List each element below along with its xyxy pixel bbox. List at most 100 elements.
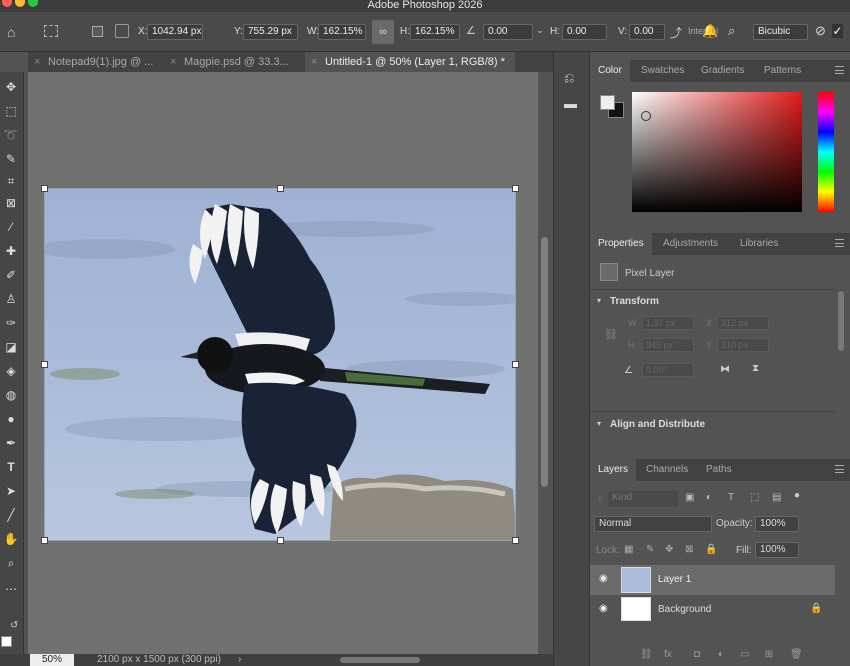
horizontal-scrollbar-thumb[interactable] [340, 657, 420, 663]
transform-handle-left[interactable] [41, 361, 48, 368]
transform-reference-icon[interactable] [44, 25, 58, 37]
filter-pixel-icon[interactable]: ▣ [685, 492, 694, 503]
layer-effects-icon[interactable]: fx [663, 650, 673, 660]
chevron-down-icon[interactable]: ▾ [597, 296, 601, 305]
brush-tool-icon[interactable]: ✐ [2, 266, 20, 284]
healing-brush-tool-icon[interactable]: ✚ [2, 242, 20, 260]
h-input[interactable]: 162.15% [410, 24, 460, 40]
filter-shape-icon[interactable]: ⬚ [750, 492, 759, 503]
zoom-tool-icon[interactable]: ⌕ [2, 554, 20, 572]
filter-adjustment-icon[interactable]: ◐ [706, 492, 712, 503]
angle-input[interactable]: 0.00° [642, 363, 694, 377]
reference-point-checkbox[interactable] [92, 26, 103, 37]
angle-dropdown-icon[interactable]: ⌄ [536, 25, 544, 36]
foreground-color-swatch[interactable] [600, 95, 615, 110]
w-input[interactable]: 162.15% [318, 24, 366, 40]
panel-menu-icon[interactable] [835, 239, 844, 247]
swap-colors-icon[interactable]: ↺ [10, 620, 18, 631]
tab-layers[interactable]: Layers [590, 459, 637, 481]
eyedropper-tool-icon[interactable]: ⁄ [2, 218, 20, 236]
canvas-vertical-scrollbar[interactable] [538, 72, 552, 656]
flip-horizontal-icon[interactable]: ⧓ [720, 364, 730, 375]
close-window-button[interactable] [2, 0, 12, 7]
visibility-eye-icon[interactable]: ◉ [599, 573, 608, 584]
new-layer-icon[interactable]: ⊞ [764, 650, 774, 660]
filter-toggle-icon[interactable]: ● [794, 490, 800, 501]
reference-point-icon[interactable] [115, 24, 129, 38]
tab-libraries[interactable]: Libraries [740, 233, 778, 255]
close-tab-icon[interactable]: × [311, 52, 317, 72]
new-group-icon[interactable]: ▭ [740, 650, 750, 660]
document-info[interactable]: 2100 px x 1500 px (300 ppi) [97, 654, 221, 666]
x-input[interactable]: 312 px [717, 316, 769, 330]
warp-icon[interactable]: ⤴ [670, 24, 682, 41]
tab-color[interactable]: Color [590, 60, 630, 82]
panel-menu-icon[interactable] [835, 465, 844, 473]
filter-smart-object-icon[interactable]: ▤ [772, 492, 781, 503]
angle-input[interactable]: 0.00 [483, 24, 533, 40]
y-input[interactable]: 310 px [717, 338, 769, 352]
tab-swatches[interactable]: Swatches [641, 60, 684, 82]
transform-handle-bottom-right[interactable] [512, 537, 519, 544]
minimize-window-button[interactable] [15, 0, 25, 7]
filter-type-icon[interactable]: T [728, 492, 734, 503]
interpolation-select[interactable]: Bicubic [753, 24, 808, 40]
flip-vertical-icon[interactable]: ⧗ [752, 363, 759, 374]
tab-paths[interactable]: Paths [706, 459, 732, 481]
color-picker-field[interactable] [632, 92, 802, 212]
dodge-tool-icon[interactable]: ● [2, 410, 20, 428]
delete-layer-icon[interactable]: 🗑 [790, 650, 803, 660]
history-icon[interactable]: ⎌ [564, 70, 574, 86]
layer-filter-select[interactable]: Kind [608, 491, 678, 507]
visibility-eye-icon[interactable]: ◉ [599, 603, 608, 614]
crop-tool-icon[interactable]: ⌗ [2, 172, 20, 190]
tab-channels[interactable]: Channels [646, 459, 688, 481]
foreground-color-swatch[interactable] [1, 636, 12, 647]
hue-slider[interactable] [818, 92, 834, 212]
history-brush-tool-icon[interactable]: ✑ [2, 314, 20, 332]
scrollbar-thumb[interactable] [541, 237, 548, 487]
shape-tool-icon[interactable]: ╱ [2, 506, 20, 524]
cancel-transform-icon[interactable]: ⊘ [815, 23, 826, 39]
blend-mode-select[interactable]: Normal [594, 516, 712, 532]
lock-all-icon[interactable]: 🔒 [705, 544, 717, 555]
comments-icon[interactable]: ▬ [564, 96, 577, 111]
opacity-input[interactable]: 100% [755, 516, 799, 532]
layer-row-layer-1[interactable]: ◉ Layer 1 [590, 565, 835, 595]
clone-stamp-tool-icon[interactable]: ♙ [2, 290, 20, 308]
transform-handle-bottom-left[interactable] [41, 537, 48, 544]
path-selection-tool-icon[interactable]: ➤ [2, 482, 20, 500]
panel-menu-icon[interactable] [835, 66, 844, 74]
close-tab-icon[interactable]: × [34, 52, 40, 72]
properties-scrollbar[interactable] [838, 291, 844, 351]
transform-handle-top-right[interactable] [512, 185, 519, 192]
tab-patterns[interactable]: Patterns [764, 60, 801, 82]
tab-gradients[interactable]: Gradients [701, 60, 744, 82]
transform-handle-bottom[interactable] [277, 537, 284, 544]
transform-handle-top[interactable] [277, 185, 284, 192]
marquee-tool-icon[interactable]: ⬚ [2, 102, 20, 120]
type-tool-icon[interactable]: T [2, 458, 20, 476]
fill-input[interactable]: 100% [755, 542, 799, 558]
lock-artboard-icon[interactable]: ⊠ [685, 544, 693, 555]
link-icon[interactable]: ∞ [372, 20, 394, 44]
lasso-tool-icon[interactable]: ➰ [2, 126, 20, 144]
zoom-level[interactable]: 50% [30, 654, 74, 666]
adjustment-layer-icon[interactable]: ◐ [716, 650, 726, 660]
move-tool-icon[interactable]: ✥ [2, 78, 20, 96]
height-input[interactable]: 945 px [642, 338, 694, 352]
transform-handle-right[interactable] [512, 361, 519, 368]
home-icon[interactable]: ⌂ [7, 24, 15, 40]
lock-position-icon[interactable]: ✥ [665, 544, 673, 555]
lock-image-icon[interactable]: ✎ [646, 544, 654, 555]
zoom-window-button[interactable] [28, 0, 38, 7]
close-tab-icon[interactable]: × [170, 52, 176, 72]
frame-tool-icon[interactable]: ⊠ [2, 194, 20, 212]
y-input[interactable]: 755.29 px [243, 24, 298, 40]
paint-bucket-tool-icon[interactable]: ◈ [2, 362, 20, 380]
layer-name[interactable]: Background [658, 604, 711, 615]
search-icon[interactable]: ⌕ [728, 23, 735, 39]
blur-tool-icon[interactable]: ◍ [2, 386, 20, 404]
pen-tool-icon[interactable]: ✒ [2, 434, 20, 452]
link-layers-icon[interactable]: ⛓ [640, 650, 653, 660]
